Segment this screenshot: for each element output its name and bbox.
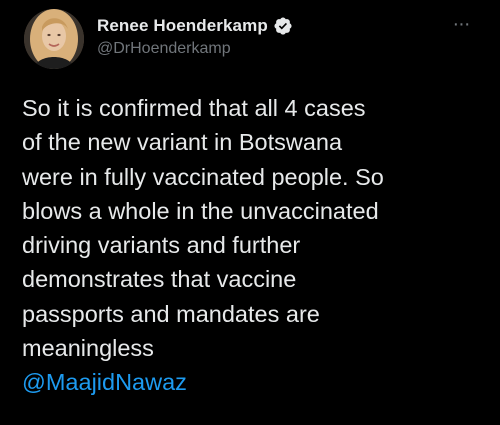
- tweet-text-line: meaningless: [22, 335, 154, 362]
- author-handle[interactable]: @DrHoenderkamp: [97, 40, 440, 58]
- author-display-name[interactable]: Renee Hoenderkamp: [97, 16, 268, 36]
- tweet-text-line: So it is confirmed that all 4 cases: [22, 95, 366, 121]
- mention-link[interactable]: @MaajidNawaz: [22, 369, 187, 395]
- tweet-text-line: passports and mandates are: [22, 300, 320, 327]
- avatar-photo-icon: [24, 9, 84, 69]
- tweet-text-line: demonstrates that vaccine: [22, 266, 297, 293]
- author-avatar[interactable]: [24, 9, 84, 69]
- tweet-author: Renee Hoenderkamp @DrHoenderkamp: [97, 14, 440, 58]
- more-options-icon[interactable]: ···: [448, 13, 474, 35]
- tweet-text-line: were in fully vaccinated people. So: [22, 163, 384, 190]
- author-name-row: Renee Hoenderkamp: [97, 14, 440, 38]
- tweet-text-line: of the new variant in Botswana: [22, 129, 343, 156]
- tweet-text-line: blows a whole in the unvaccinated: [22, 197, 379, 224]
- tweet-card: Renee Hoenderkamp @DrHoenderkamp ··· So …: [0, 0, 500, 425]
- verified-badge-icon: [273, 16, 293, 36]
- tweet-text-line: driving variants and further: [22, 232, 301, 259]
- tweet-text: So it is confirmed that all 4 cases of t…: [22, 91, 492, 400]
